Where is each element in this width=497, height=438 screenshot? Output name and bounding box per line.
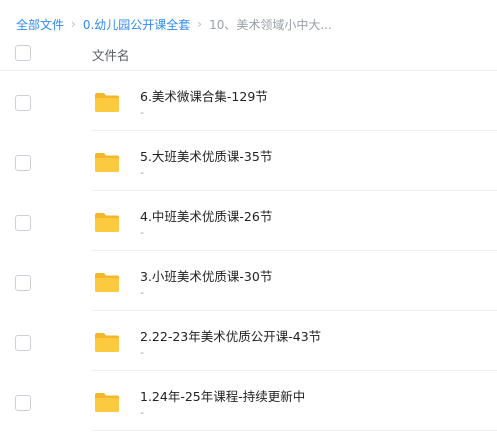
breadcrumb: 全部文件 › 0.幼儿园公开课全套 › 10、美术领域小中大... [16,14,332,34]
breadcrumb-folder-kindergarten[interactable]: 0.幼儿园公开课全套 [83,16,190,33]
select-all-checkbox[interactable] [15,45,31,61]
row-checkbox[interactable] [15,275,31,291]
file-row[interactable]: 1.24年-25年课程-持续更新中 - [0,371,497,431]
folder-icon [95,333,119,352]
file-row[interactable]: 4.中班美术优质课-26节 - [0,191,497,251]
folder-icon [95,393,119,412]
file-list: 6.美术微课合集-129节 - 5.大班美术优质课-35节 - 4.中班美术优质… [0,71,497,431]
row-checkbox[interactable] [15,395,31,411]
file-row[interactable]: 2.22-23年美术优质公开课-43节 - [0,311,497,371]
breadcrumb-all-files[interactable]: 全部文件 [16,16,64,33]
file-row[interactable]: 6.美术微课合集-129节 - [0,71,497,131]
breadcrumb-current-folder: 10、美术领域小中大... [209,17,332,32]
file-meta: - [140,106,144,119]
folder-icon [95,93,119,112]
file-meta: - [140,286,144,299]
file-meta: - [140,226,144,239]
file-name[interactable]: 4.中班美术优质课-26节 [140,206,272,225]
row-checkbox[interactable] [15,335,31,351]
column-header-filename[interactable]: 文件名 [92,45,130,64]
folder-icon [95,153,119,172]
chevron-right-icon: › [71,17,76,31]
file-row[interactable]: 5.大班美术优质课-35节 - [0,131,497,191]
row-divider [92,430,497,431]
file-name[interactable]: 3.小班美术优质课-30节 [140,266,272,285]
file-meta: - [140,346,144,359]
file-meta: - [140,406,144,419]
file-name[interactable]: 5.大班美术优质课-35节 [140,146,272,165]
chevron-right-icon: › [197,17,203,31]
file-meta: - [140,166,144,179]
file-list-header: 文件名 [0,38,497,71]
file-row[interactable]: 3.小班美术优质课-30节 - [0,251,497,311]
folder-icon [95,213,119,232]
row-checkbox[interactable] [15,215,31,231]
row-checkbox[interactable] [15,95,31,111]
folder-icon [95,273,119,292]
file-name[interactable]: 6.美术微课合集-129节 [140,86,268,105]
file-name[interactable]: 2.22-23年美术优质公开课-43节 [140,326,321,345]
file-name[interactable]: 1.24年-25年课程-持续更新中 [140,386,305,405]
row-checkbox[interactable] [15,155,31,171]
